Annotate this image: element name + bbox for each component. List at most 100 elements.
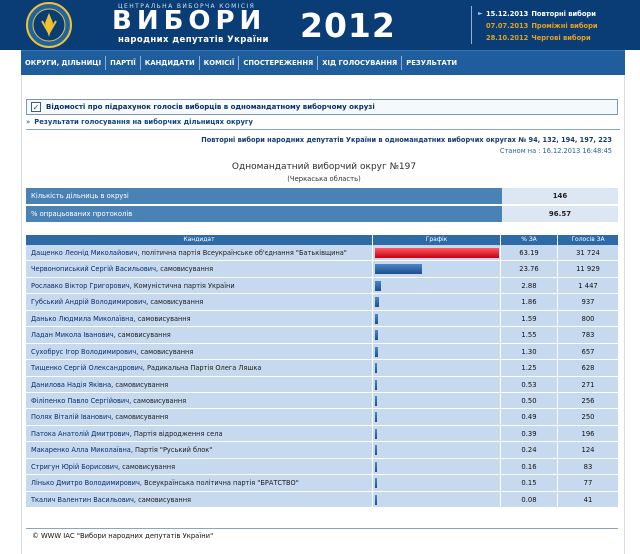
graph-cell [372,245,500,261]
candidate-name[interactable]: Данько Людмила Миколаївна [31,315,134,323]
news-item[interactable]: 28.10.2012 Чергові вибори [478,32,638,43]
candidate-party: , самовисування [117,462,176,471]
header-divider [471,6,472,44]
nav-khid-holosuvannia[interactable]: ХІД ГОЛОСУВАННЯ [318,56,403,70]
candidate-name[interactable]: Губський Андрій Володимирович [31,298,146,306]
stats-label: % опрацьованих протоколів [26,206,502,222]
percent-cell: 0.49 [500,409,557,425]
percent-cell: 0.16 [500,458,557,475]
results-link[interactable]: Результати голосування на виборчих дільн… [34,118,253,126]
votes-cell: 31 724 [557,245,618,261]
graph-cell [372,327,500,343]
nav-kandydaty[interactable]: КАНДИДАТИ [141,56,200,70]
candidate-name[interactable]: Дащенко Леонід Миколайович [31,249,137,257]
candidate-party: , самовисування [133,314,191,323]
votes-cell: 196 [557,425,618,442]
stats-value: 146 [502,188,618,204]
candidate-name[interactable]: Тищенко Сергій Олександрович [31,364,143,372]
candidate-cell: Губський Андрій Володимирович, самовисув… [26,294,372,309]
percent-cell: 23.76 [500,261,557,277]
votes-cell: 250 [557,409,618,425]
status-timestamp: Станом на : 16.12.2013 16:48:45 [499,147,612,155]
cvk-emblem-icon [26,2,72,48]
candidate-party: , самовисування [133,495,191,504]
candidate-name[interactable]: Макаренко Алла Миколаївна [31,446,131,454]
vote-share-bar [375,461,377,472]
vote-share-bar [375,313,379,324]
news-title: Чергові вибори [531,33,591,42]
graph-cell [372,360,500,376]
percent-cell: 0.08 [500,491,557,507]
candidate-party: , самовисування [146,298,204,307]
votes-cell: 800 [557,310,618,327]
vote-share-bar [375,346,378,357]
candidate-name[interactable]: Лінько Дмитро Володимирович [31,479,140,487]
candidate-name[interactable]: Патока Анатолій Дмитрович [31,430,130,438]
graph-cell [372,458,500,475]
candidate-cell: Ладан Микола Іванович, самовисування [26,327,372,342]
candidate-name[interactable]: Червонописький Сергій Васильович [31,265,156,273]
table-body: Дащенко Леонід Миколайович, політична па… [26,245,618,508]
news-item[interactable]: ► 15.12.2013 Повторні вибори [478,8,638,19]
district-region: (Черкаська область) [287,175,361,183]
candidate-name[interactable]: Стригун Юрій Борисович [31,463,118,471]
site-header: ЦЕНТРАЛЬНА ВИБОРЧА КОМІСІЯ ВИБОРИ народн… [0,0,640,50]
nav-partii[interactable]: ПАРТІЇ [106,56,141,70]
candidate-name[interactable]: Ладан Микола Іванович [31,331,114,339]
table-row: Данько Людмила Миколаївна, самовисування… [26,310,618,328]
percent-cell: 63.19 [500,245,557,261]
candidate-cell: Тищенко Сергій Олександрович, Радикальна… [26,360,372,375]
nav-komisii[interactable]: КОМІСІЇ [200,56,240,70]
percent-cell: 0.50 [500,392,557,409]
percent-cell: 0.39 [500,425,557,442]
double-chevron-icon: » [26,118,31,126]
vote-share-bar [375,264,422,275]
table-row: Ладан Микола Іванович, самовисування 1.55… [26,327,618,344]
graph-cell [372,277,500,294]
site-title: ВИБОРИ [112,6,267,36]
candidate-cell: Лінько Дмитро Володимирович, Всеукраїнсь… [26,475,372,490]
vote-share-bar [375,280,381,291]
vote-share-bar [375,297,379,308]
percent-cell: 1.59 [500,310,557,327]
candidate-cell: Сухобрус Ігор Володимирович, самовисуван… [26,344,372,359]
candidate-cell: Данько Людмила Миколаївна, самовисування [26,311,372,326]
votes-cell: 11 929 [557,261,618,277]
candidate-name[interactable]: Сухобрус Ігор Володимирович [31,348,136,356]
header-percent: % ЗА [500,235,557,245]
nav-sposterezhennia[interactable]: СПОСТЕРЕЖЕННЯ [239,56,319,70]
graph-cell [372,294,500,310]
table-row: Макаренко Алла Миколаївна, Партія "Руськ… [26,442,618,459]
candidate-party: , самовисування [111,413,169,422]
graph-cell [372,261,500,277]
candidate-party: , Комуністична партія України [129,281,235,290]
percent-cell: 1.30 [500,343,557,360]
candidate-party: , самовисування [156,265,214,274]
graph-cell [372,310,500,327]
votes-cell: 783 [557,327,618,343]
votes-cell: 77 [557,475,618,491]
candidate-name[interactable]: Ткалич Валентин Васильович [31,496,134,504]
candidate-name[interactable]: Полях Віталій Іванович [31,413,111,421]
nav-rezultaty[interactable]: РЕЗУЛЬТАТИ [402,56,461,70]
candidate-party: , самовисування [136,347,194,356]
table-row: Дащенко Леонід Миколайович, політична па… [26,245,618,262]
divider [26,129,620,130]
table-row: Стригун Юрій Борисович, самовисування 0.1… [26,458,618,476]
candidate-name[interactable]: Данилова Надія Яківна [31,381,111,389]
document-title: Відомості про підрахунок голосів виборці… [46,103,375,111]
news-date: 07.07.2013 [486,21,529,30]
candidate-name[interactable]: Рославко Віктор Григорович [31,282,130,290]
nav-okrugy[interactable]: ОКРУГИ, ДІЛЬНИЦІ [21,56,107,70]
candidate-party: , Радикальна Партія Олега Ляшка [142,364,262,373]
news-date: 28.10.2012 [486,33,529,42]
district-title: Одномандатний виборчий округ №197 [231,162,417,172]
percent-cell: 0.15 [500,475,557,491]
vote-share-bar [375,395,377,406]
arrow-right-icon: ► [478,10,483,17]
vote-share-bar [375,248,499,258]
news-item[interactable]: 07.07.2013 Проміжні вибори [478,20,638,31]
stats-value: 96.57 [502,206,618,222]
candidate-name[interactable]: Філіпенко Павло Сергійович [31,397,129,405]
graph-cell [372,392,500,409]
